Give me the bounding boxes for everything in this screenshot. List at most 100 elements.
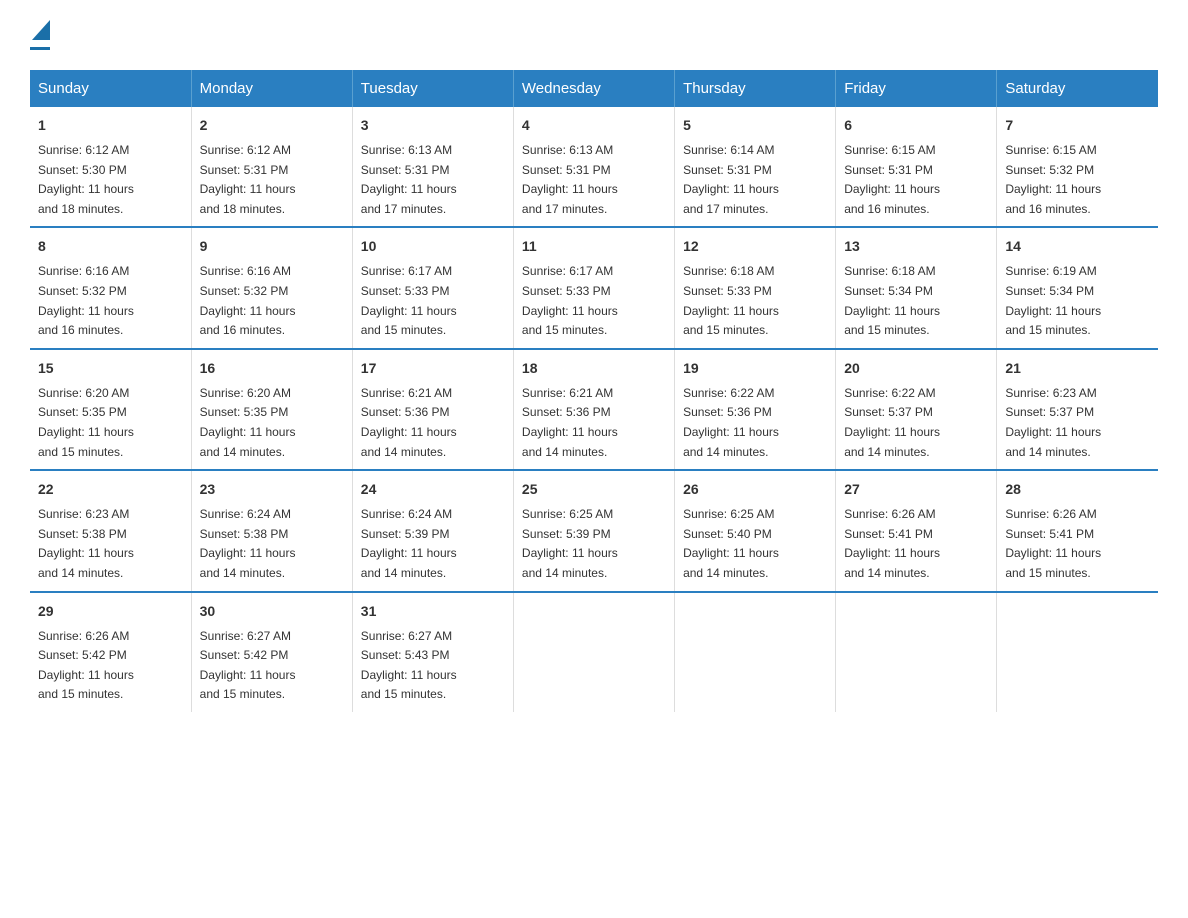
- weekday-header-thursday: Thursday: [675, 70, 836, 107]
- calendar-cell: 6 Sunrise: 6:15 AMSunset: 5:31 PMDayligh…: [836, 107, 997, 227]
- calendar-cell: [513, 592, 674, 712]
- day-number: 27: [844, 479, 988, 500]
- logo-triangle-icon: [32, 20, 50, 40]
- week-row-2: 8 Sunrise: 6:16 AMSunset: 5:32 PMDayligh…: [30, 227, 1158, 348]
- calendar-cell: 20 Sunrise: 6:22 AMSunset: 5:37 PMDaylig…: [836, 349, 997, 470]
- day-info: Sunrise: 6:26 AMSunset: 5:42 PMDaylight:…: [38, 629, 134, 702]
- day-number: 8: [38, 236, 183, 257]
- day-info: Sunrise: 6:13 AMSunset: 5:31 PMDaylight:…: [522, 143, 618, 216]
- day-info: Sunrise: 6:27 AMSunset: 5:43 PMDaylight:…: [361, 629, 457, 702]
- weekday-header-tuesday: Tuesday: [352, 70, 513, 107]
- day-info: Sunrise: 6:18 AMSunset: 5:33 PMDaylight:…: [683, 264, 779, 337]
- calendar-cell: 30 Sunrise: 6:27 AMSunset: 5:42 PMDaylig…: [191, 592, 352, 712]
- day-info: Sunrise: 6:14 AMSunset: 5:31 PMDaylight:…: [683, 143, 779, 216]
- calendar-cell: 13 Sunrise: 6:18 AMSunset: 5:34 PMDaylig…: [836, 227, 997, 348]
- day-info: Sunrise: 6:20 AMSunset: 5:35 PMDaylight:…: [38, 386, 134, 459]
- day-info: Sunrise: 6:19 AMSunset: 5:34 PMDaylight:…: [1005, 264, 1101, 337]
- calendar-cell: 2 Sunrise: 6:12 AMSunset: 5:31 PMDayligh…: [191, 107, 352, 227]
- weekday-header-friday: Friday: [836, 70, 997, 107]
- calendar-cell: 26 Sunrise: 6:25 AMSunset: 5:40 PMDaylig…: [675, 470, 836, 591]
- day-number: 26: [683, 479, 827, 500]
- weekday-header-sunday: Sunday: [30, 70, 191, 107]
- calendar-cell: 17 Sunrise: 6:21 AMSunset: 5:36 PMDaylig…: [352, 349, 513, 470]
- day-info: Sunrise: 6:12 AMSunset: 5:31 PMDaylight:…: [200, 143, 296, 216]
- day-info: Sunrise: 6:22 AMSunset: 5:36 PMDaylight:…: [683, 386, 779, 459]
- day-number: 18: [522, 358, 666, 379]
- calendar-cell: 22 Sunrise: 6:23 AMSunset: 5:38 PMDaylig…: [30, 470, 191, 591]
- day-info: Sunrise: 6:12 AMSunset: 5:30 PMDaylight:…: [38, 143, 134, 216]
- day-info: Sunrise: 6:17 AMSunset: 5:33 PMDaylight:…: [522, 264, 618, 337]
- week-row-3: 15 Sunrise: 6:20 AMSunset: 5:35 PMDaylig…: [30, 349, 1158, 470]
- calendar-cell: 16 Sunrise: 6:20 AMSunset: 5:35 PMDaylig…: [191, 349, 352, 470]
- calendar-cell: 25 Sunrise: 6:25 AMSunset: 5:39 PMDaylig…: [513, 470, 674, 591]
- calendar-cell: 1 Sunrise: 6:12 AMSunset: 5:30 PMDayligh…: [30, 107, 191, 227]
- day-number: 2: [200, 115, 344, 136]
- weekday-header-row: SundayMondayTuesdayWednesdayThursdayFrid…: [30, 70, 1158, 107]
- calendar-cell: 19 Sunrise: 6:22 AMSunset: 5:36 PMDaylig…: [675, 349, 836, 470]
- day-info: Sunrise: 6:21 AMSunset: 5:36 PMDaylight:…: [522, 386, 618, 459]
- day-number: 20: [844, 358, 988, 379]
- day-info: Sunrise: 6:26 AMSunset: 5:41 PMDaylight:…: [844, 507, 940, 580]
- calendar-cell: [997, 592, 1158, 712]
- week-row-4: 22 Sunrise: 6:23 AMSunset: 5:38 PMDaylig…: [30, 470, 1158, 591]
- day-info: Sunrise: 6:13 AMSunset: 5:31 PMDaylight:…: [361, 143, 457, 216]
- day-number: 10: [361, 236, 505, 257]
- weekday-header-saturday: Saturday: [997, 70, 1158, 107]
- day-number: 23: [200, 479, 344, 500]
- day-number: 16: [200, 358, 344, 379]
- calendar-cell: 5 Sunrise: 6:14 AMSunset: 5:31 PMDayligh…: [675, 107, 836, 227]
- day-number: 13: [844, 236, 988, 257]
- week-row-5: 29 Sunrise: 6:26 AMSunset: 5:42 PMDaylig…: [30, 592, 1158, 712]
- day-number: 15: [38, 358, 183, 379]
- calendar-cell: 29 Sunrise: 6:26 AMSunset: 5:42 PMDaylig…: [30, 592, 191, 712]
- calendar-cell: 31 Sunrise: 6:27 AMSunset: 5:43 PMDaylig…: [352, 592, 513, 712]
- day-info: Sunrise: 6:15 AMSunset: 5:31 PMDaylight:…: [844, 143, 940, 216]
- calendar-cell: 24 Sunrise: 6:24 AMSunset: 5:39 PMDaylig…: [352, 470, 513, 591]
- weekday-header-monday: Monday: [191, 70, 352, 107]
- day-number: 21: [1005, 358, 1150, 379]
- weekday-header-wednesday: Wednesday: [513, 70, 674, 107]
- calendar-cell: 12 Sunrise: 6:18 AMSunset: 5:33 PMDaylig…: [675, 227, 836, 348]
- calendar-cell: 7 Sunrise: 6:15 AMSunset: 5:32 PMDayligh…: [997, 107, 1158, 227]
- day-info: Sunrise: 6:22 AMSunset: 5:37 PMDaylight:…: [844, 386, 940, 459]
- day-info: Sunrise: 6:26 AMSunset: 5:41 PMDaylight:…: [1005, 507, 1101, 580]
- day-number: 3: [361, 115, 505, 136]
- calendar-cell: [675, 592, 836, 712]
- calendar-cell: 18 Sunrise: 6:21 AMSunset: 5:36 PMDaylig…: [513, 349, 674, 470]
- calendar-cell: 28 Sunrise: 6:26 AMSunset: 5:41 PMDaylig…: [997, 470, 1158, 591]
- day-number: 4: [522, 115, 666, 136]
- calendar-cell: 3 Sunrise: 6:13 AMSunset: 5:31 PMDayligh…: [352, 107, 513, 227]
- day-info: Sunrise: 6:27 AMSunset: 5:42 PMDaylight:…: [200, 629, 296, 702]
- calendar-cell: 14 Sunrise: 6:19 AMSunset: 5:34 PMDaylig…: [997, 227, 1158, 348]
- day-number: 29: [38, 601, 183, 622]
- day-number: 12: [683, 236, 827, 257]
- day-number: 5: [683, 115, 827, 136]
- logo: [30, 20, 50, 50]
- day-info: Sunrise: 6:16 AMSunset: 5:32 PMDaylight:…: [200, 264, 296, 337]
- calendar-cell: 21 Sunrise: 6:23 AMSunset: 5:37 PMDaylig…: [997, 349, 1158, 470]
- day-info: Sunrise: 6:17 AMSunset: 5:33 PMDaylight:…: [361, 264, 457, 337]
- calendar-cell: 8 Sunrise: 6:16 AMSunset: 5:32 PMDayligh…: [30, 227, 191, 348]
- day-info: Sunrise: 6:23 AMSunset: 5:37 PMDaylight:…: [1005, 386, 1101, 459]
- calendar-cell: 11 Sunrise: 6:17 AMSunset: 5:33 PMDaylig…: [513, 227, 674, 348]
- logo-underline: [30, 47, 50, 50]
- calendar-cell: 10 Sunrise: 6:17 AMSunset: 5:33 PMDaylig…: [352, 227, 513, 348]
- day-number: 1: [38, 115, 183, 136]
- day-info: Sunrise: 6:21 AMSunset: 5:36 PMDaylight:…: [361, 386, 457, 459]
- day-number: 22: [38, 479, 183, 500]
- day-number: 28: [1005, 479, 1150, 500]
- calendar-cell: 27 Sunrise: 6:26 AMSunset: 5:41 PMDaylig…: [836, 470, 997, 591]
- calendar-cell: 4 Sunrise: 6:13 AMSunset: 5:31 PMDayligh…: [513, 107, 674, 227]
- day-number: 24: [361, 479, 505, 500]
- calendar-cell: 9 Sunrise: 6:16 AMSunset: 5:32 PMDayligh…: [191, 227, 352, 348]
- week-row-1: 1 Sunrise: 6:12 AMSunset: 5:30 PMDayligh…: [30, 107, 1158, 227]
- day-number: 7: [1005, 115, 1150, 136]
- day-number: 6: [844, 115, 988, 136]
- day-info: Sunrise: 6:20 AMSunset: 5:35 PMDaylight:…: [200, 386, 296, 459]
- day-number: 30: [200, 601, 344, 622]
- page-header: [30, 20, 1158, 50]
- day-number: 14: [1005, 236, 1150, 257]
- day-info: Sunrise: 6:24 AMSunset: 5:38 PMDaylight:…: [200, 507, 296, 580]
- day-number: 17: [361, 358, 505, 379]
- day-info: Sunrise: 6:25 AMSunset: 5:39 PMDaylight:…: [522, 507, 618, 580]
